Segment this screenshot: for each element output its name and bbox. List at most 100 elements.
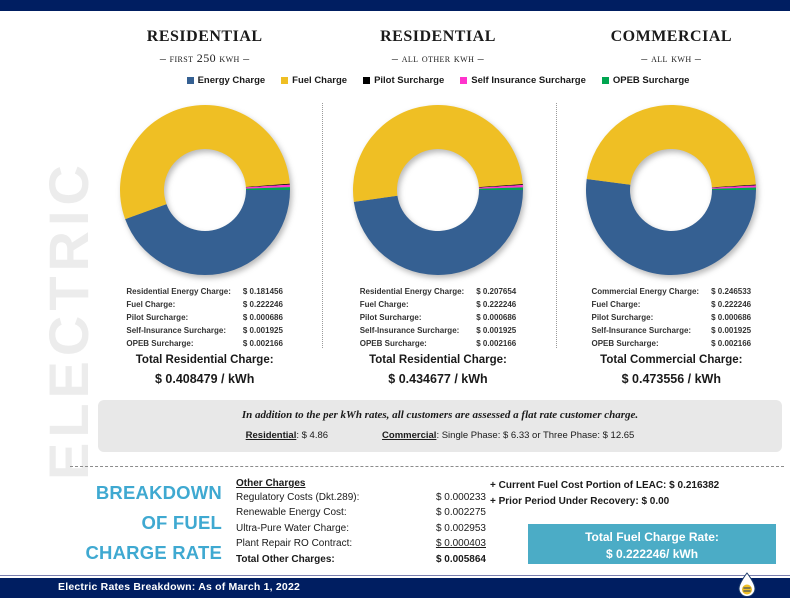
legend-item-label: Energy Charge <box>197 75 266 86</box>
chart-legend: Energy Charge Fuel Charge Pilot Surcharge S… <box>88 75 788 86</box>
table-row: Self-Insurance Surcharge: $ 0.001925 <box>126 325 283 338</box>
legend-item-label: Pilot Surcharge <box>374 75 445 86</box>
charge-value: $ 0.001925 <box>242 326 283 336</box>
square-swatch-icon <box>186 77 194 84</box>
table-row: Plant Repair RO Contract: $ 0.000403 <box>236 537 486 553</box>
table-row: Fuel Charge: $ 0.222246 <box>126 299 283 312</box>
other-charges-section: Other Charges Regulatory Costs (Dkt.289)… <box>236 478 486 568</box>
charge-value: $ 0.246533 <box>711 287 752 296</box>
total-other-charges-label: Total Other Charges: <box>236 553 335 565</box>
charge-label: Self-Insurance Surcharge: <box>591 326 692 336</box>
donut-chart-commercial <box>555 97 788 282</box>
column-title: Residential <box>380 21 496 46</box>
total-label: Total Commercial Charge: <box>600 354 743 366</box>
charge-details-commercial: Commercial Energy Charge: $ 0.246533 Fuel … <box>555 286 788 348</box>
charge-label: Pilot Surcharge: <box>126 313 189 323</box>
total-residential-first250: Total Residential Charge: $ 0.408479 / k… <box>88 352 321 392</box>
other-charge-value: $ 0.002953 <box>435 522 486 534</box>
charge-value: $ 0.181456 <box>242 287 283 296</box>
totals-row: Total Residential Charge: $ 0.408479 / k… <box>88 352 788 392</box>
total-commercial: Total Commercial Charge: $ 0.473556 / kW… <box>555 352 788 392</box>
table-row: Regulatory Costs (Dkt.289): $ 0.000233 <box>236 490 486 506</box>
charge-label: Pilot Surcharge: <box>359 313 422 323</box>
column-subtitle: – All other kWh – <box>391 51 485 65</box>
charge-label: Self-Insurance Surcharge: <box>126 326 226 336</box>
charge-value: $ 0.000686 <box>242 313 283 323</box>
other-charge-value: $ 0.000403 <box>435 538 486 549</box>
breakdown-heading-line-3: CHARGE RATE <box>85 541 222 563</box>
flat-rate-note-text: In addition to the per kWh rates, all cu… <box>241 409 639 421</box>
square-swatch-icon <box>601 77 609 84</box>
flat-rate-values: Residential: $ 4.86 Commercial: Single P… <box>98 430 782 441</box>
total-fuel-charge-rate-label: Total Fuel Charge Rate: <box>585 530 719 544</box>
legend-item-label: Fuel Charge <box>292 75 348 86</box>
other-charge-label: Ultra-Pure Water Charge: <box>236 522 349 534</box>
total-value: $ 0.434677 / kWh <box>388 372 488 387</box>
legend-item: Self Insurance Surcharge <box>460 75 586 86</box>
other-charge-label: Plant Repair RO Contract: <box>236 538 353 549</box>
table-row: Fuel Charge: $ 0.222246 <box>592 299 752 312</box>
other-charge-label: Renewable Energy Cost: <box>236 507 347 518</box>
leac-lines: + Current Fuel Cost Portion of LEAC: $ 0… <box>490 478 786 509</box>
total-value: $ 0.408479 / kWh <box>154 372 255 387</box>
square-swatch-icon <box>460 77 468 84</box>
charge-value: $ 0.222246 <box>711 300 752 310</box>
donut-slice <box>353 189 523 275</box>
other-charge-label: Regulatory Costs (Dkt.289): <box>236 491 360 503</box>
total-label: Total Residential Charge: <box>135 354 274 366</box>
donut-chart-residential-allother <box>321 97 554 282</box>
legend-item: Energy Charge <box>186 75 266 86</box>
flat-rate-commercial-value: : Single Phase: $ 6.33 or Three Phase: $… <box>436 430 635 441</box>
flat-rate-note-box: In addition to the per kWh rates, all cu… <box>98 400 782 452</box>
breakdown-heading-line-1: BREAKDOWN <box>95 482 222 503</box>
table-row: OPEB Surcharge: $ 0.002166 <box>360 338 517 351</box>
total-fuel-charge-rate-box: Total Fuel Charge Rate: $ 0.222246/ kWh <box>528 524 776 564</box>
charge-label: Residential Energy Charge: <box>126 287 231 296</box>
charge-label: OPEB Surcharge: <box>126 339 194 349</box>
total-other-charges-value: $ 0.005864 <box>435 553 486 565</box>
total-label: Total Residential Charge: <box>369 354 507 366</box>
total-residential-allother: Total Residential Charge: $ 0.434677 / k… <box>321 352 554 392</box>
charge-details-residential-allother: Residential Energy Charge: $ 0.207654 Fuel… <box>321 286 554 348</box>
charge-value: $ 0.002166 <box>476 339 517 349</box>
donut-chart-residential-first250 <box>88 97 321 282</box>
charge-label: Self-Insurance Surcharge: <box>359 326 460 336</box>
charge-label: Fuel Charge: <box>591 300 641 310</box>
table-row: OPEB Surcharge: $ 0.002166 <box>592 338 752 351</box>
charge-value: $ 0.222246 <box>242 300 283 310</box>
charge-label: OPEB Surcharge: <box>591 339 659 349</box>
column-header-commercial: Commercial – All kWh – <box>555 22 788 70</box>
square-swatch-icon <box>281 77 289 84</box>
charge-label: Fuel Charge: <box>126 300 176 310</box>
legend-item: Fuel Charge <box>281 75 347 86</box>
table-row: Fuel Charge: $ 0.222246 <box>360 299 517 312</box>
flat-rate-residential-value: : $ 4.86 <box>296 430 329 441</box>
charge-value: $ 0.002166 <box>242 339 283 349</box>
table-row: Self-Insurance Surcharge: $ 0.001925 <box>360 325 517 338</box>
charge-value: $ 0.001925 <box>476 326 517 336</box>
charge-value: $ 0.207654 <box>476 287 517 296</box>
breakdown-heading-line-2: OF FUEL <box>141 511 222 533</box>
donut-charts-row <box>88 97 788 282</box>
table-row: Residential Energy Charge: $ 0.207654 <box>360 286 517 299</box>
table-row: Residential Energy Charge: $ 0.181456 <box>126 286 283 299</box>
charge-value: $ 0.222246 <box>476 300 517 310</box>
legend-item: OPEB Surcharge <box>601 75 690 86</box>
table-row: Pilot Surcharge: $ 0.000686 <box>592 312 752 325</box>
charge-value: $ 0.000686 <box>711 313 752 323</box>
legend-item: Pilot Surcharge <box>363 75 444 86</box>
legend-item-label: Self Insurance Surcharge <box>471 75 586 86</box>
table-row: OPEB Surcharge: $ 0.002166 <box>126 338 283 351</box>
column-title: Commercial <box>610 21 733 46</box>
charge-value: $ 0.001925 <box>711 326 752 336</box>
column-subtitle: – First 250 kWh – <box>159 51 250 65</box>
table-row: Pilot Surcharge: $ 0.000686 <box>360 312 517 325</box>
charge-details-row: Residential Energy Charge: $ 0.181456 Fuel… <box>88 286 788 348</box>
table-row: Commercial Energy Charge: $ 0.246533 <box>592 286 752 299</box>
other-charges-title: Other Charges <box>236 478 306 489</box>
legend-item-label: OPEB Surcharge <box>612 75 690 86</box>
top-navy-bar <box>0 0 790 11</box>
column-subtitle: – All kWh – <box>641 51 702 65</box>
column-headers: Residential – First 250 kWh – Residentia… <box>88 22 788 70</box>
other-charge-value: $ 0.000233 <box>435 491 486 503</box>
